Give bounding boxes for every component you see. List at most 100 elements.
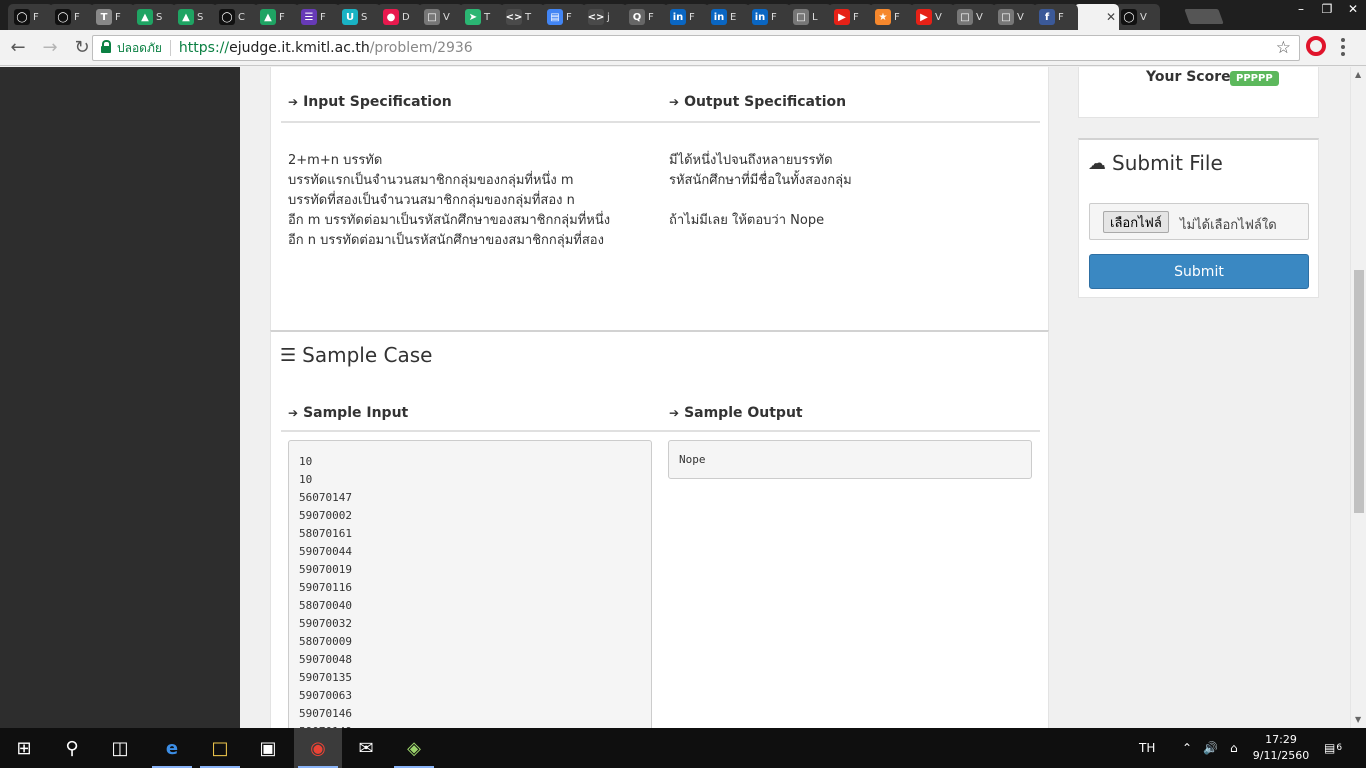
search-button[interactable]: ⚲ (48, 728, 96, 768)
sample-output-box[interactable]: Nope (668, 440, 1032, 479)
clock-date: 9/11/2560 (1252, 749, 1310, 762)
browser-tab[interactable]: in F (664, 4, 709, 30)
linkedin-icon: in (711, 9, 727, 25)
mail-taskbar-button[interactable]: ✉ (342, 728, 390, 768)
browser-tab[interactable]: fF (1033, 4, 1078, 30)
app-taskbar-button[interactable]: ◈ (390, 728, 438, 768)
chrome-taskbar-button[interactable]: ◉ (294, 728, 342, 768)
browser-tab[interactable]: ◯ C (213, 4, 258, 30)
tab-title: F (115, 11, 121, 23)
browser-tab[interactable]: ◯ V (1115, 4, 1160, 30)
browser-tab[interactable]: □ V (992, 4, 1037, 30)
chrome-icon: ◉ (310, 737, 326, 759)
url-protocol: https:// (178, 40, 230, 56)
browser-tab[interactable]: in E (705, 4, 750, 30)
sample-input-line: 59070116 (299, 581, 352, 594)
notification-center-icon[interactable]: ▤ 6 (1324, 728, 1342, 768)
browser-tab[interactable]: ● D (377, 4, 422, 30)
submit-file-title: Submit File (1112, 151, 1223, 175)
reload-icon: ↻ (74, 37, 90, 58)
spec-divider (281, 121, 1040, 123)
forward-button[interactable]: → (36, 34, 64, 62)
tab-title: F (771, 11, 777, 23)
restore-icon[interactable]: ❐ (1314, 0, 1340, 18)
u-icon: U (342, 9, 358, 25)
browser-tab[interactable]: in F (746, 4, 791, 30)
browser-tab[interactable]: ◯ F (8, 4, 53, 30)
browser-tab[interactable]: ◯ F (49, 4, 94, 30)
explorer-taskbar-button[interactable]: □ (196, 728, 244, 768)
browser-tab[interactable]: ▲ S (131, 4, 176, 30)
sample-input-line: 59070019 (299, 563, 352, 576)
browser-tab[interactable]: □ L (787, 4, 832, 30)
tab-title: V (1017, 11, 1024, 23)
browser-tab[interactable]: QF (623, 4, 668, 30)
new-tab-button[interactable] (1184, 9, 1224, 24)
submit-button[interactable]: Submit (1089, 254, 1309, 289)
close-tab-icon[interactable]: ✕ (1106, 10, 1116, 24)
browser-tab[interactable]: ▲ F (254, 4, 299, 30)
sample-input-line: 59070032 (299, 617, 352, 630)
sample-input-line: 10 (299, 473, 313, 486)
sign-out-icon: ➔ (669, 95, 680, 109)
browser-tab[interactable]: ▶ F (828, 4, 873, 30)
browser-tab[interactable]: ➤ T (459, 4, 504, 30)
tab-title: F (566, 11, 572, 23)
close-window-icon[interactable]: ✕ (1340, 0, 1366, 18)
scroll-down-icon[interactable]: ▼ (1355, 715, 1361, 724)
browser-menu-icon[interactable] (1341, 38, 1345, 56)
output-spec-line: มีได้หนึ่งไปจนถึงหลายบรรทัด (669, 153, 833, 168)
doc-icon: □ (793, 9, 809, 25)
language-indicator[interactable]: TH (1139, 728, 1155, 768)
browser-tab[interactable]: US (336, 4, 381, 30)
output-spec-blank (669, 191, 1039, 211)
minimize-icon[interactable]: – (1288, 0, 1314, 18)
sample-case-heading: ☰ Sample Case (280, 343, 432, 367)
volume-icon[interactable]: 🔊 (1203, 728, 1218, 768)
back-button[interactable]: ← (4, 34, 32, 62)
tab-title: F (853, 11, 859, 23)
sample-input-line: 58070040 (299, 599, 352, 612)
tab-title: F (320, 11, 326, 23)
tab-title: V (1140, 11, 1147, 23)
browser-tab[interactable]: ▶ V (910, 4, 955, 30)
task-view-button[interactable]: ◫ (96, 728, 144, 768)
tray-chevron-icon[interactable]: ⌃ (1182, 728, 1192, 768)
browser-tab[interactable]: <> j (582, 4, 627, 30)
taskbar-clock[interactable]: 17:29 9/11/2560 (1252, 732, 1310, 764)
address-bar[interactable]: ปลอดภัย https://ejudge.it.kmitl.ac.th/pr… (92, 35, 1300, 61)
sample-input-box[interactable]: 10 10 56070147 59070002 58070161 59070044 5907… (288, 440, 652, 728)
output-spec-line: ถ้าไม่มีเลย ให้ตอบว่า Nope (669, 213, 825, 228)
browser-tab[interactable]: TF (90, 4, 135, 30)
browser-tab[interactable]: ★ F (869, 4, 914, 30)
opera-extension-icon[interactable] (1306, 36, 1326, 56)
sample-input-heading: ➔ Sample Input (288, 405, 408, 421)
input-spec-line: บรรทัดแรกเป็นจำนวนสมาชิกกลุ่มของกลุ่มที่… (288, 173, 574, 188)
browser-tab[interactable]: <> T (500, 4, 545, 30)
tab-active[interactable]: ✕ (1074, 4, 1119, 30)
edge-taskbar-button[interactable]: e (148, 728, 196, 768)
start-button[interactable]: ⊞ (0, 728, 48, 768)
omnibox-separator (169, 40, 171, 56)
youtube-icon: ▶ (916, 9, 932, 25)
file-input[interactable]: เลือกไฟล์ ไม่ได้เลือกไฟล์ใด (1089, 203, 1309, 240)
browser-tab[interactable]: □ V (951, 4, 996, 30)
scrollbar-thumb[interactable] (1354, 270, 1364, 513)
choose-file-button[interactable]: เลือกไฟล์ (1103, 211, 1169, 233)
browser-tab[interactable]: ▤ F (541, 4, 586, 30)
drive-icon: ▲ (137, 9, 153, 25)
submit-file-panel: ☁ Submit File เลือกไฟล์ ไม่ได้เลือกไฟล์ใ… (1078, 138, 1319, 298)
tab-title: F (894, 11, 900, 23)
wifi-icon[interactable]: ⌂ (1230, 728, 1238, 768)
windows-taskbar: ⊞ ⚲ ◫ e □ ▣ ◉ ✉ ◈ TH ⌃ 🔊 ⌂ 17:29 9/11/25… (0, 728, 1366, 768)
tab-strip: ◯ V ✕ f F □ V □ V ▶ V ★ F ▶ F □ Lin Fin Ein F Q F <> j ▤ F <> T ➤ T □ V… (0, 0, 1366, 30)
browser-tab[interactable]: ☰ F (295, 4, 340, 30)
bookmark-star-icon[interactable]: ☆ (1276, 38, 1291, 58)
store-taskbar-button[interactable]: ▣ (244, 728, 292, 768)
input-spec-title: Input Specification (303, 94, 452, 110)
browser-tab[interactable]: ▲ S (172, 4, 217, 30)
page-scrollbar[interactable]: ▲ ▼ (1350, 67, 1366, 728)
scroll-up-icon[interactable]: ▲ (1355, 70, 1361, 79)
tab-title: F (279, 11, 285, 23)
browser-tab[interactable]: □ V (418, 4, 463, 30)
